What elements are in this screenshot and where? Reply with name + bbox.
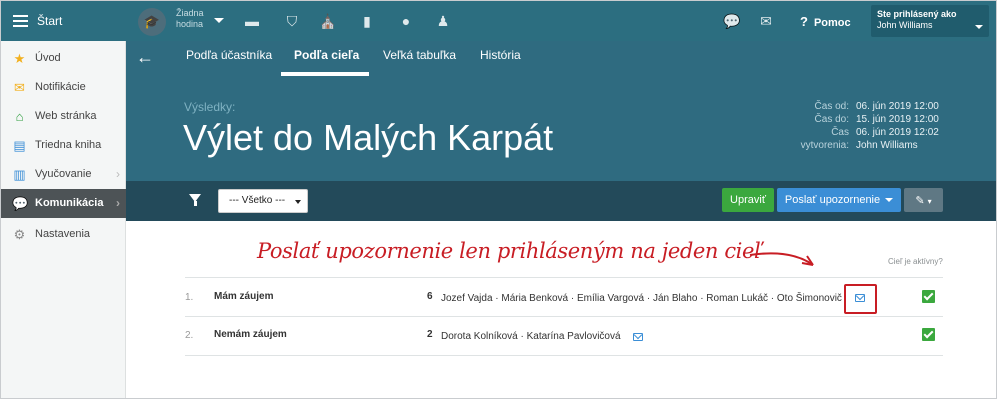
row-title: Nemám záujem (214, 329, 287, 340)
page-header: ← Podľa účastníka Podľa cieľa Veľká tabu… (126, 41, 996, 181)
tab-podla-ciela[interactable]: Podľa cieľa (294, 48, 359, 62)
row-participants: Jozef Vajda · Mária Benková · Emília Var… (441, 293, 842, 304)
filter-select-value: --- Všetko --- (229, 195, 286, 206)
walking-icon[interactable]: ♟ (434, 13, 452, 29)
active-checkbox[interactable] (922, 328, 935, 341)
chevron-down-icon[interactable] (214, 18, 224, 23)
page-title: Výlet do Malých Karpát (183, 117, 554, 158)
send-notification-button[interactable]: Poslať upozornenie (777, 188, 901, 212)
edit-button[interactable]: Upraviť (722, 188, 774, 212)
chat-icon[interactable]: 💬 (723, 13, 741, 29)
sidebar-item-label: Triedna kniha (35, 139, 102, 151)
sidebar-item-vyucovanie[interactable]: ▥ Vyučovanie › (1, 160, 126, 189)
chevron-down-icon (975, 25, 983, 29)
sidebar-item-triedna-kniha[interactable]: ▤ Triedna kniha (1, 131, 126, 160)
meta-value: John Williams (856, 140, 918, 151)
active-tab-indicator (281, 72, 369, 76)
active-column-header: Cieľ je aktívny? (888, 257, 943, 266)
menu-icon[interactable] (13, 15, 28, 27)
sidebar-item-label: Notifikácie (35, 81, 86, 93)
id-card-icon[interactable]: ▬ (243, 13, 261, 29)
lesson-selector[interactable]: Žiadna hodina (176, 8, 204, 30)
toolbar: --- Všetko --- Upraviť Poslať upozorneni… (126, 181, 996, 221)
tab-podla-ucastnika[interactable]: Podľa účastníka (186, 48, 272, 62)
highlight-box (844, 284, 877, 314)
results-label: Výsledky: (184, 100, 236, 114)
meta-value: 15. jún 2019 12:00 (856, 114, 939, 125)
row-count: 6 (427, 291, 433, 302)
chevron-right-icon: › (116, 167, 120, 181)
active-checkbox[interactable] (922, 290, 935, 303)
lesson-line2: hodina (176, 19, 204, 29)
row-number: 1. (185, 292, 194, 303)
row-divider (185, 316, 943, 317)
sidebar-item-uvod[interactable]: ★ Úvod (1, 44, 126, 73)
meta-label: Čas (831, 127, 849, 138)
meta-label: Čas do: (814, 114, 849, 125)
shield-icon[interactable]: ⛉ (283, 13, 301, 29)
row-title: Mám záujem (214, 291, 274, 302)
gear-icon: ⚙ (13, 227, 26, 242)
tools-button[interactable]: ✎ ▾ (904, 188, 943, 212)
sidebar-item-label: Nastavenia (35, 228, 91, 240)
chat-icon: 💬 (12, 196, 29, 211)
meta-label: Čas od: (814, 101, 849, 112)
envelope-icon: ✉ (14, 80, 25, 95)
filter-select[interactable]: --- Všetko --- (218, 189, 308, 213)
bar-chart-icon[interactable]: ▮ (358, 13, 376, 29)
sidebar-item-web-stranka[interactable]: ⌂ Web stránka (1, 102, 126, 131)
meta-label: vytvorenia: (800, 140, 849, 151)
user-menu[interactable]: Ste prihlásený ako John Williams (871, 5, 989, 37)
lesson-line1: Žiadna (176, 8, 204, 18)
help-icon: ? (800, 14, 808, 29)
book-icon: ▤ (13, 138, 26, 153)
row-divider (185, 277, 943, 278)
app-window: Štart ★ Úvod ✉ Notifikácie ⌂ Web stránka… (0, 0, 997, 399)
chevron-down-icon: ▾ (927, 197, 932, 206)
help-button[interactable]: ? Pomoc (800, 14, 851, 29)
user-name: John Williams (877, 20, 933, 30)
sidebar-item-label: Web stránka (35, 110, 97, 122)
wrench-icon: ✎ (915, 195, 925, 207)
bell-icon[interactable]: ● (397, 13, 415, 29)
sidebar: Štart ★ Úvod ✉ Notifikácie ⌂ Web stránka… (1, 1, 126, 398)
row-number: 2. (185, 330, 194, 341)
sidebar-title: Štart (37, 14, 63, 28)
home-icon: ⌂ (15, 109, 24, 124)
row-participants: Dorota Kolníková · Katarína Pavlovičová (441, 331, 621, 342)
top-bar: 🎓 Žiadna hodina ▬ ⛉ ⛪ ▮ ● ♟ 💬 ✉ ? Pomoc S… (126, 1, 996, 41)
help-label: Pomoc (813, 17, 851, 29)
chevron-down-icon (885, 198, 894, 203)
filter-icon-stem (194, 201, 197, 206)
annotation-callout: Poslať upozornenie len prihláseným na je… (257, 239, 763, 263)
chevron-right-icon: › (116, 196, 120, 210)
tab-historia[interactable]: História (480, 48, 521, 62)
row-count: 2 (427, 329, 433, 340)
send-notification-label: Poslať upozornenie (784, 194, 881, 206)
back-arrow-icon[interactable]: ← (136, 47, 154, 67)
envelope-icon[interactable]: ✉ (757, 13, 775, 29)
sidebar-item-label: Úvod (35, 52, 61, 64)
graduation-cap-icon[interactable]: 🎓 (138, 8, 166, 36)
institution-icon[interactable]: ⛪ (319, 13, 337, 29)
chevron-down-icon (295, 200, 301, 204)
sidebar-item-label: Vyučovanie (35, 168, 92, 180)
envelope-icon[interactable] (633, 333, 643, 341)
sidebar-item-komunikacia[interactable]: 💬 Komunikácia › (1, 189, 126, 218)
user-label: Ste prihlásený ako (877, 9, 957, 19)
row-divider (185, 355, 943, 356)
books-icon: ▥ (13, 167, 26, 182)
sidebar-item-label: Komunikácia (35, 197, 104, 209)
sidebar-item-notifikacie[interactable]: ✉ Notifikácie (1, 73, 126, 102)
sidebar-header[interactable]: Štart (1, 1, 126, 41)
tab-velka-tabulka[interactable]: Veľká tabuľka (383, 48, 456, 62)
star-icon: ★ (13, 51, 26, 66)
meta-value: 06. jún 2019 12:00 (856, 101, 939, 112)
meta-value: 06. jún 2019 12:02 (856, 127, 939, 138)
sidebar-item-nastavenia[interactable]: ⚙ Nastavenia (1, 220, 126, 249)
